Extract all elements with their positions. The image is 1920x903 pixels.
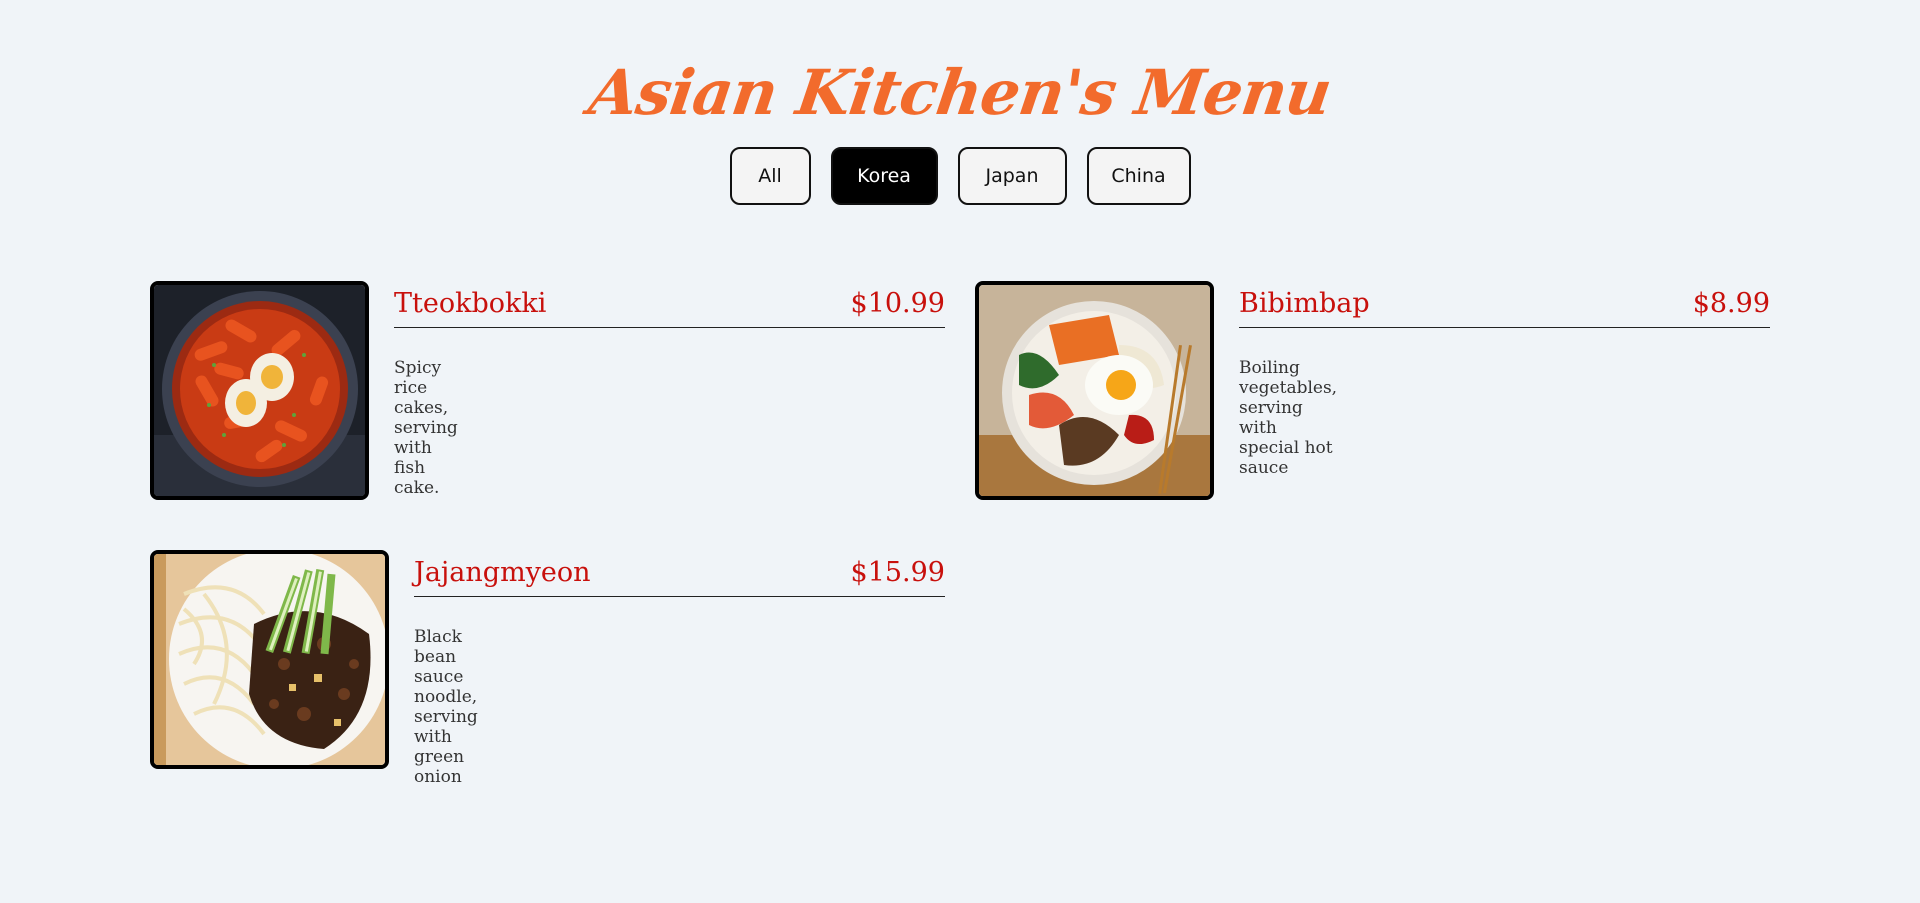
filter-china-button[interactable]: China — [1086, 147, 1191, 205]
item-name: Tteokbokki — [394, 288, 547, 319]
item-name: Jajangmyeon — [414, 557, 591, 588]
bibimbap-photo — [975, 281, 1214, 500]
item-price: $15.99 — [850, 557, 945, 588]
jajangmyeon-photo — [150, 550, 389, 769]
filter-korea-button[interactable]: Korea — [830, 147, 938, 205]
tteokbokki-photo — [150, 281, 369, 500]
item-name: Bibimbap — [1239, 288, 1370, 319]
item-description: Boiling vegetables, serving with special… — [1239, 358, 1338, 478]
category-filter-bar: All Korea Japan China — [0, 147, 1920, 205]
filter-all-button[interactable]: All — [729, 147, 811, 205]
item-description: Spicy rice cakes, serving with fish cake… — [394, 358, 458, 498]
menu-item-header: Jajangmyeon $15.99 — [414, 551, 945, 597]
item-price: $10.99 — [850, 288, 945, 319]
menu-item-header: Bibimbap $8.99 — [1239, 282, 1770, 328]
filter-japan-button[interactable]: Japan — [957, 147, 1067, 205]
item-price: $8.99 — [1692, 288, 1770, 319]
item-description: Black bean sauce noodle, serving with gr… — [414, 627, 478, 787]
page-title: Asian Kitchen's Menu — [584, 55, 1336, 129]
menu-item-header: Tteokbokki $10.99 — [394, 282, 945, 328]
